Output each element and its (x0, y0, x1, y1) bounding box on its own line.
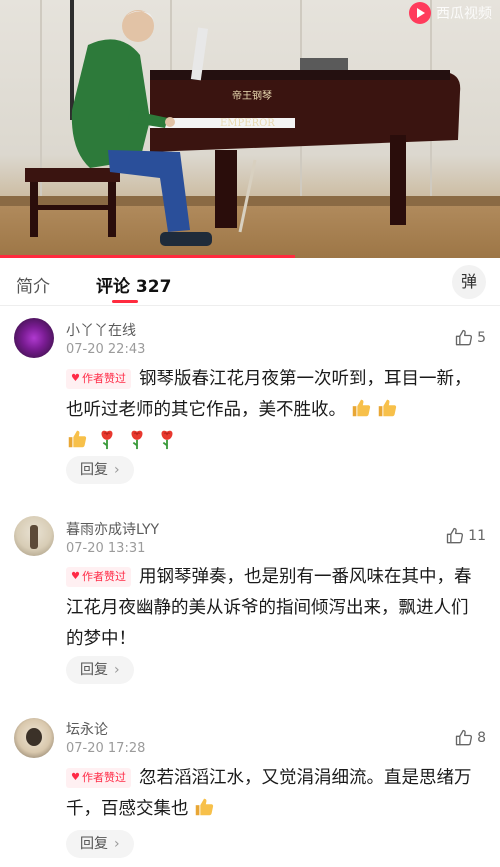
author-liked-badge: ♥ 作者赞过 (66, 768, 131, 788)
video-scene-illustration: 帝王钢琴 EMPEROR (25, 0, 461, 246)
thumbs-up-emoji-icon (352, 399, 371, 417)
chevron-right-icon: › (114, 462, 120, 478)
reply-button[interactable]: 回复 › (66, 830, 134, 858)
author-liked-badge: ♥ 作者赞过 (66, 369, 131, 389)
thumbs-up-outline-icon (455, 329, 473, 346)
rose-emoji-icon (131, 430, 143, 450)
reply-button[interactable]: 回复 › (66, 456, 134, 484)
avatar[interactable] (14, 516, 54, 556)
tab-comments[interactable]: 评论 327 (96, 272, 171, 297)
piano-brand-cn: 帝王钢琴 (232, 89, 272, 102)
author-liked-badge: ♥ 作者赞过 (66, 567, 131, 587)
comment-body: ♥ 作者赞过 用钢琴弹奏，也是别有一番风味在其中，春江花月夜幽静的美从诉爷的指间倾泻… (66, 562, 480, 655)
reply-label: 回复 (80, 662, 108, 678)
comment-body: ♥ 作者赞过 忽若滔滔江水，又觉涓涓细流。直是思绪万千，百感交集也 (66, 763, 480, 825)
chevron-right-icon: › (114, 836, 120, 852)
tab-intro[interactable]: 简介 (16, 272, 50, 297)
rose-emoji-icon (101, 430, 113, 450)
comment-username[interactable]: 坛永论 (66, 719, 108, 739)
reply-button[interactable]: 回复 › (66, 656, 134, 684)
comment-body: ♥ 作者赞过 钢琴版春江花月夜第一次听到，耳目一新，也听过老师的其它作品，美不胜收。 (66, 364, 480, 457)
comment-time: 07-20 13:31 (66, 541, 146, 556)
thumbs-up-emoji-icon (68, 430, 87, 448)
tab-active-indicator (112, 300, 138, 303)
avatar[interactable] (14, 718, 54, 758)
reply-label: 回复 (80, 836, 108, 852)
heart-icon: ♥ (71, 772, 80, 783)
thumbs-up-emoji-icon (195, 798, 213, 816)
comment-username[interactable]: 小丫丫在线 (66, 320, 136, 340)
like-count: 8 (477, 730, 486, 746)
comment-username[interactable]: 暮雨亦成诗LYY (66, 519, 159, 539)
heart-icon: ♥ (71, 373, 80, 384)
like-count: 11 (468, 528, 486, 544)
danmaku-button[interactable]: 弹 (452, 265, 486, 299)
comment-item: 坛永论 07-20 17:28 8 ♥ 作者赞过 忽若滔滔江水，又觉涓涓细流。直是思… (0, 706, 500, 867)
like-button[interactable]: 5 (454, 328, 486, 348)
thumbs-up-outline-icon (455, 729, 473, 746)
video-player[interactable]: 帝王钢琴 EMPEROR 西瓜视频 (0, 0, 500, 258)
comment-item: 暮雨亦成诗LYY 07-20 13:31 11 ♥ 作者赞过 用钢琴弹奏，也是别有一… (0, 506, 500, 706)
thumbs-up-outline-icon (447, 527, 464, 544)
like-button[interactable]: 8 (454, 728, 486, 748)
tab-bar: 简介 评论 327 弹 (0, 258, 500, 306)
avatar[interactable] (14, 318, 54, 358)
chevron-right-icon: › (114, 662, 120, 678)
video-watermark: 西瓜视频 (409, 2, 492, 24)
comment-item: 小丫丫在线 07-20 22:43 5 ♥ 作者赞过 钢琴版春江花月夜第一次听到，耳… (0, 306, 500, 506)
piano-brand-en: EMPEROR (220, 118, 275, 129)
heart-icon: ♥ (71, 571, 80, 582)
reply-label: 回复 (80, 462, 108, 478)
thumbs-up-emoji-icon (378, 399, 397, 417)
watermark-text: 西瓜视频 (436, 6, 492, 22)
like-count: 5 (477, 330, 486, 346)
like-button[interactable]: 11 (445, 526, 486, 546)
xigua-logo-icon (409, 2, 431, 24)
comment-time: 07-20 22:43 (66, 342, 146, 357)
comment-time: 07-20 17:28 (66, 741, 146, 756)
rose-emoji-icon (161, 430, 173, 450)
